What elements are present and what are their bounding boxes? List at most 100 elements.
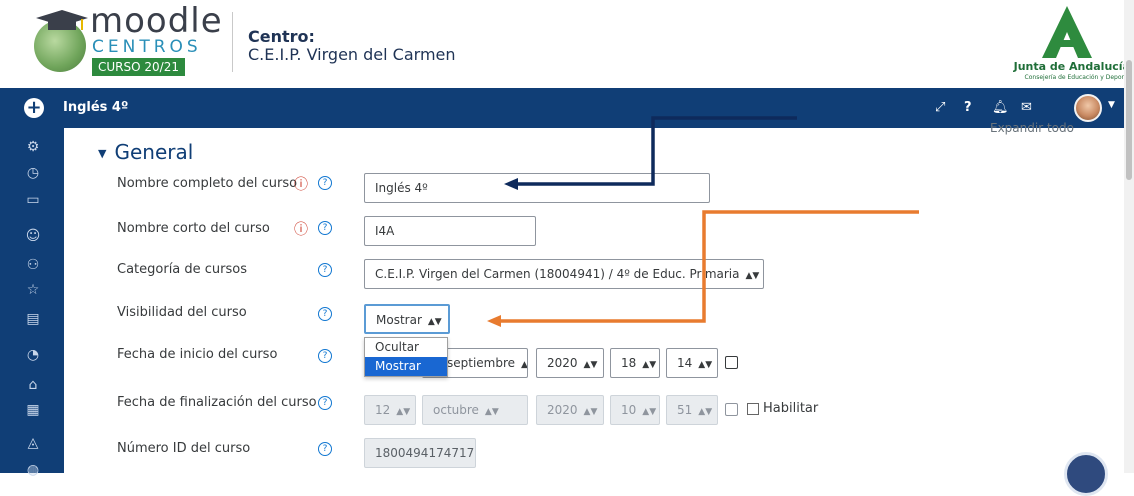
select-arrow-icon: ▲▼ bbox=[427, 317, 442, 327]
select-arrow-icon: ▲▼ bbox=[396, 407, 411, 417]
add-icon[interactable]: + bbox=[24, 98, 44, 118]
help-icon[interactable]: ? bbox=[318, 176, 332, 190]
startdate-minute-select[interactable]: 14 ▲▼ bbox=[666, 348, 718, 378]
chevron-down-icon[interactable]: ▼ bbox=[1108, 100, 1115, 110]
messages-icon[interactable]: ✉ bbox=[1021, 99, 1032, 117]
enddate-enable-checkbox[interactable] bbox=[747, 403, 759, 415]
enddate-month-select[interactable]: octubre ▲▼ bbox=[422, 395, 528, 425]
help-icon[interactable]: ? bbox=[964, 99, 972, 117]
gauge-icon[interactable]: ◔ bbox=[24, 346, 42, 364]
enddate-minute-select[interactable]: 51 ▲▼ bbox=[666, 395, 718, 425]
startdate-hour-select[interactable]: 18 ▲▼ bbox=[610, 348, 660, 378]
category-select[interactable]: C.E.I.P. Virgen del Carmen (18004941) / … bbox=[364, 259, 764, 289]
help-fab-button[interactable] bbox=[1064, 452, 1108, 496]
help-icon[interactable]: ? bbox=[318, 396, 332, 410]
enddate-label: Fecha de finalización del curso bbox=[117, 395, 317, 410]
visibility-dropdown[interactable]: Ocultar Mostrar bbox=[364, 337, 448, 377]
startdate-month-value: septiembre bbox=[447, 356, 516, 370]
expand-icon[interactable]: ⤢ bbox=[935, 99, 945, 117]
junta-sub: Consejería de Educación y Deporte bbox=[1024, 74, 1130, 81]
visibility-select[interactable]: Mostrar ▲▼ bbox=[364, 304, 450, 334]
select-arrow-icon: ▲▼ bbox=[521, 360, 528, 370]
logo-word: moodle bbox=[90, 1, 223, 41]
home-icon[interactable]: ⌂ bbox=[24, 376, 42, 394]
junta-andalucia-logo: Junta de Andalucía Consejería de Educaci… bbox=[1000, 6, 1134, 86]
category-value: C.E.I.P. Virgen del Carmen (18004941) / … bbox=[375, 267, 740, 281]
scrollbar-thumb[interactable] bbox=[1126, 60, 1132, 180]
select-arrow-icon: ▲▼ bbox=[583, 360, 598, 370]
startdate-year-select[interactable]: 2020 ▲▼ bbox=[536, 348, 604, 378]
banner-divider bbox=[232, 12, 233, 72]
select-arrow-icon: ▲▼ bbox=[698, 407, 713, 417]
help-icon[interactable]: ? bbox=[318, 307, 332, 321]
enddate-year-select[interactable]: 2020 ▲▼ bbox=[536, 395, 604, 425]
globe-icon[interactable]: ◍ bbox=[24, 461, 42, 479]
enddate-minute-value: 51 bbox=[677, 403, 693, 417]
select-arrow-icon: ▲▼ bbox=[642, 407, 657, 417]
calendar-icon[interactable] bbox=[725, 356, 738, 369]
top-navbar: + Inglés 4º ⤢ ? 🔔︎ ✉ ▼ bbox=[0, 88, 1134, 128]
select-arrow-icon: ▲▼ bbox=[745, 271, 760, 281]
centro-label: Centro: bbox=[248, 27, 315, 46]
orange-arrowhead bbox=[487, 315, 501, 327]
shortname-input[interactable]: I4A bbox=[364, 216, 536, 246]
help-icon[interactable]: ? bbox=[318, 263, 332, 277]
centro-name: C.E.I.P. Virgen del Carmen bbox=[248, 45, 456, 64]
centro-info: Centro: C.E.I.P. Virgen del Carmen bbox=[248, 28, 456, 64]
select-arrow-icon: ▲▼ bbox=[484, 407, 499, 417]
junta-name: Junta de Andalucía bbox=[1013, 60, 1130, 73]
badge-icon[interactable]: ⚇ bbox=[24, 256, 42, 274]
chevron-down-icon: ▼ bbox=[98, 147, 107, 160]
required-icon: ⓘ bbox=[294, 222, 308, 238]
clock-icon[interactable]: ◷ bbox=[24, 164, 42, 182]
section-title: General bbox=[114, 140, 194, 164]
enddate-hour-select[interactable]: 10 ▲▼ bbox=[610, 395, 660, 425]
required-icon: ⓘ bbox=[294, 177, 308, 193]
graduation-icon[interactable]: ◬ bbox=[24, 434, 42, 452]
startdate-label: Fecha de inicio del curso bbox=[117, 347, 278, 362]
enddate-month-value: octubre bbox=[433, 403, 479, 417]
site-banner: moodle CENTROS CURSO 20/21 Centro: C.E.I… bbox=[0, 0, 1134, 88]
help-icon[interactable]: ? bbox=[318, 221, 332, 235]
select-arrow-icon: ▲▼ bbox=[698, 360, 713, 370]
star-icon[interactable]: ☆ bbox=[24, 281, 42, 299]
course-title[interactable]: Inglés 4º bbox=[63, 100, 128, 115]
shortname-label: Nombre corto del curso bbox=[117, 221, 270, 236]
calendar-icon[interactable]: ▦ bbox=[24, 401, 42, 419]
logo-sub: CENTROS bbox=[92, 37, 202, 57]
fullname-input[interactable]: Inglés 4º bbox=[364, 173, 710, 203]
help-icon[interactable]: ? bbox=[318, 442, 332, 456]
enddate-day-select[interactable]: 12 ▲▼ bbox=[364, 395, 416, 425]
enddate-year-value: 2020 bbox=[547, 403, 578, 417]
visibility-option-mostrar[interactable]: Mostrar bbox=[365, 357, 447, 376]
logo-course-badge: CURSO 20/21 bbox=[92, 58, 185, 76]
graduation-cap-icon bbox=[36, 10, 88, 30]
fullname-label: Nombre completo del curso bbox=[117, 176, 298, 191]
expand-all-link[interactable]: Expandir todo bbox=[990, 121, 1074, 135]
startdate-minute-value: 14 bbox=[677, 356, 693, 370]
visibility-label: Visibilidad del curso bbox=[117, 305, 247, 320]
startdate-year-value: 2020 bbox=[547, 356, 578, 370]
page-scrollbar[interactable] bbox=[1124, 0, 1134, 473]
enddate-day-value: 12 bbox=[375, 403, 391, 417]
idnumber-label: Número ID del curso bbox=[117, 441, 251, 456]
book-icon[interactable]: ▤ bbox=[24, 310, 42, 328]
notifications-icon[interactable]: 🔔︎ bbox=[992, 99, 1009, 117]
select-arrow-icon: ▲▼ bbox=[642, 360, 657, 370]
idnumber-input[interactable]: 18004941747172 bbox=[364, 438, 476, 468]
visibility-value: Mostrar bbox=[376, 313, 422, 327]
calendar-icon[interactable] bbox=[725, 403, 738, 416]
startdate-hour-value: 18 bbox=[621, 356, 637, 370]
users-icon[interactable]: ☺ bbox=[24, 227, 42, 245]
section-general-header[interactable]: ▼ General bbox=[98, 140, 193, 164]
moodle-centros-logo[interactable]: moodle CENTROS CURSO 20/21 bbox=[20, 2, 222, 82]
user-avatar[interactable] bbox=[1074, 94, 1102, 122]
select-arrow-icon: ▲▼ bbox=[583, 407, 598, 417]
junta-mark-icon bbox=[1042, 6, 1092, 58]
category-label: Categoría de cursos bbox=[117, 262, 248, 277]
enddate-enable-label[interactable]: Habilitar bbox=[763, 401, 818, 416]
visibility-option-ocultar[interactable]: Ocultar bbox=[365, 338, 447, 357]
help-icon[interactable]: ? bbox=[318, 349, 332, 363]
cogs-icon[interactable]: ⚙ bbox=[24, 138, 42, 156]
folder-icon[interactable]: ▭ bbox=[24, 191, 42, 209]
